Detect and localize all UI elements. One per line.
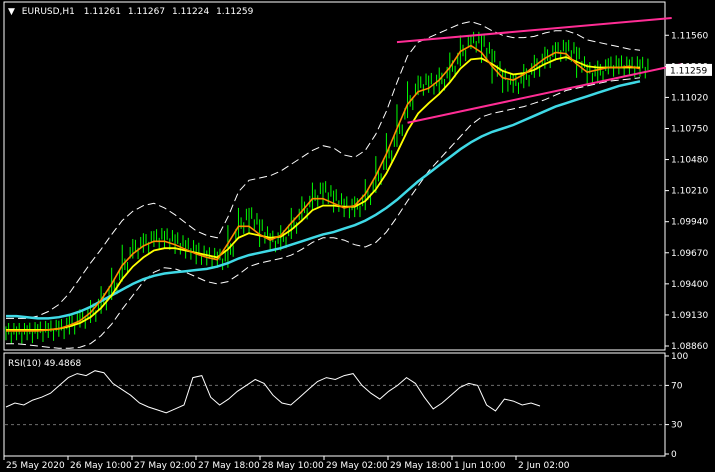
time-axis-label: 29 May 02:00: [326, 461, 388, 471]
price-axis-label: 1.08860: [671, 342, 708, 352]
current-price-tag: 1.11259: [666, 63, 712, 76]
rsi-header: RSI(10) 49.4868: [8, 359, 81, 369]
time-axis-label: 25 May 2020: [6, 461, 65, 471]
rsi-panel-frame: [3, 352, 666, 457]
price-axis-label: 1.10480: [671, 156, 708, 166]
time-axis-label: 27 May 18:00: [198, 461, 260, 471]
time-axis: 25 May 2020 26 May 10:00 27 May 02:00 27 Ma…: [3, 456, 570, 471]
time-axis-label: 1 Jun 10:00: [454, 461, 506, 471]
svg-text:1.11259: 1.11259: [670, 66, 707, 76]
rsi-axis: 100 70 30 0: [665, 352, 688, 460]
symbol-label: EURUSD,H1: [22, 7, 75, 17]
time-axis-label: 27 May 02:00: [134, 461, 196, 471]
rsi-axis-label: 100: [671, 352, 688, 362]
price-axis-label: 1.11560: [671, 31, 708, 41]
price-axis-label: 1.09670: [671, 249, 708, 259]
time-axis-label: 2 Jun 02:00: [518, 461, 570, 471]
rsi-panel: [5, 370, 664, 426]
low-value: 1.11224: [172, 7, 209, 17]
rsi-axis-label: 30: [671, 421, 683, 431]
rsi-line: [5, 370, 541, 414]
open-value: 1.11261: [84, 7, 121, 17]
close-value: 1.11259: [216, 7, 253, 17]
price-axis-label: 1.11020: [671, 93, 708, 103]
time-axis-label: 29 May 18:00: [390, 461, 452, 471]
trendline[interactable]: [407, 63, 683, 124]
symbol-header: ▼ EURUSD,H1 1.11261 1.11267 1.11224 1.11…: [8, 7, 254, 17]
price-axis-label: 1.09400: [671, 280, 708, 290]
rsi-axis-label: 0: [671, 450, 677, 460]
trendline[interactable]: [396, 17, 672, 44]
high-value: 1.11267: [128, 7, 165, 17]
time-axis-label: 28 May 10:00: [262, 461, 324, 471]
rsi-axis-label: 70: [671, 381, 683, 391]
collapse-arrow-icon[interactable]: ▼: [8, 7, 15, 17]
chart-window[interactable]: 1.115601.112901.110201.107501.104801.102…: [0, 0, 715, 472]
price-axis-label: 1.10750: [671, 124, 708, 134]
chart-canvas[interactable]: 1.115601.112901.110201.107501.104801.102…: [0, 0, 715, 472]
price-panel: [5, 17, 683, 349]
price-axis-label: 1.09940: [671, 218, 708, 228]
time-axis-label: 26 May 10:00: [70, 461, 132, 471]
price-axis-label: 1.09130: [671, 311, 708, 321]
price-axis-label: 1.10210: [671, 187, 708, 197]
price-axis: 1.115601.112901.110201.107501.104801.102…: [665, 31, 708, 352]
